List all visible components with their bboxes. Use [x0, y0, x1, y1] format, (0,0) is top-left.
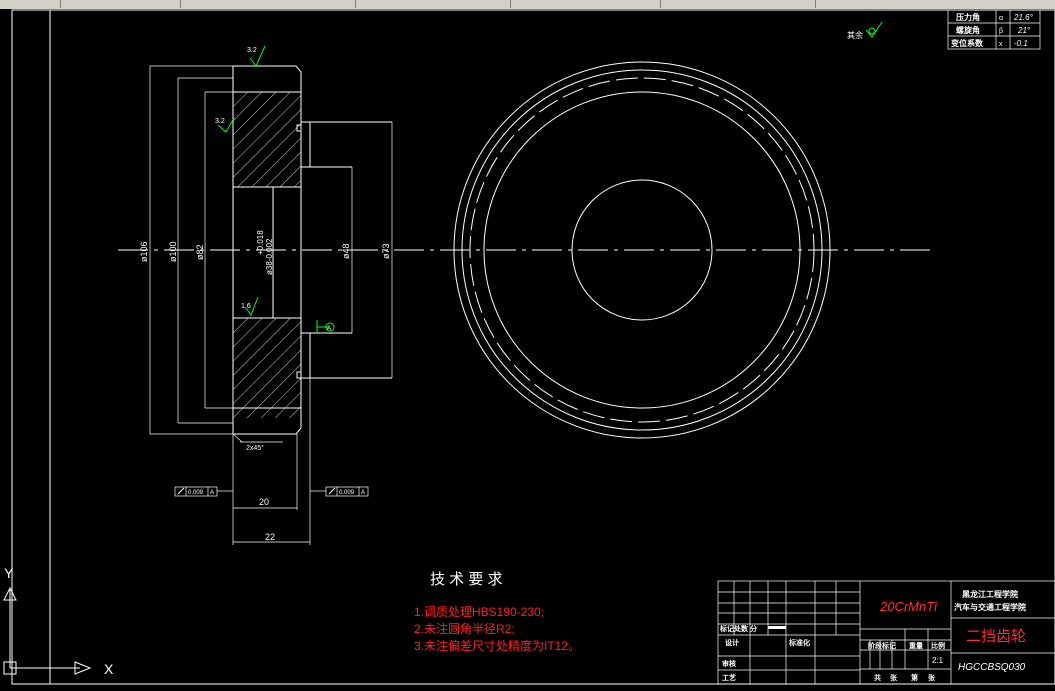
datum-symbol: [316, 320, 335, 334]
toolbar-segment[interactable]: [180, 0, 356, 8]
bore-dim-label: ø38-0.002: [265, 238, 274, 275]
param-value-helix: 21°: [1017, 26, 1031, 35]
tb-scale-value: 2:1: [932, 656, 944, 665]
datum-label: A: [327, 326, 331, 332]
tb-drawing-no: HGCCBSQ030: [958, 662, 1026, 673]
toolbar-segment[interactable]: [0, 0, 61, 8]
ucs-y-label: Y: [4, 565, 14, 581]
param-sym-shift: x: [999, 41, 1003, 48]
tech-req-item-3: 3.未注偏差尺寸处精度为IT12。: [414, 638, 580, 653]
ucs-icon: [3, 586, 92, 675]
svg-text:A: A: [361, 490, 365, 496]
tb-label-process: 工艺: [722, 673, 736, 682]
tb-school: 黑龙江工程学院: [962, 589, 1018, 599]
tb-label-design: 设计: [725, 638, 739, 647]
svg-text:0.009: 0.009: [188, 490, 204, 496]
tech-req-title: 技 术 要 求: [430, 571, 503, 588]
param-value-shift: -0.1: [1014, 39, 1028, 48]
dim-106-label: ø106: [139, 241, 149, 262]
tech-req-item-2: 2.未注圆角半径R2;: [414, 621, 515, 636]
toolbar-segment[interactable]: [355, 0, 511, 8]
dim-100-label: ø100: [168, 241, 178, 262]
hatch-top: [233, 92, 301, 187]
param-label-helix: 螺旋角: [956, 25, 980, 35]
chamfer-label: 2x45°: [246, 444, 264, 452]
tb-label-scale: 比例: [931, 641, 945, 650]
param-sym-pressure: α: [999, 15, 1003, 22]
tb-label-total: 共: [874, 673, 881, 682]
param-label-shift: 变位系数: [951, 38, 984, 48]
param-sym-helix: β: [999, 28, 1003, 35]
param-label-pressure: 压力角: [956, 12, 980, 22]
tb-label-weight: 重量: [909, 641, 923, 650]
toolbar-segment[interactable]: [510, 0, 661, 8]
toolbar-segment[interactable]: [660, 0, 816, 8]
runout-frame-left: 0.009 A: [174, 486, 233, 497]
drawing-canvas[interactable]: ø106 ø100 ø82 +0.018 ø38-0.002 ø48 ø73 3…: [0, 9, 1055, 687]
ucs-x-label: X: [104, 661, 114, 677]
section-view: ø106 ø100 ø82 +0.018 ø38-0.002 ø48 ø73 3…: [139, 45, 393, 545]
tb-label-stage: 阶段标记: [868, 641, 896, 650]
dim-20-label: 20: [259, 497, 269, 507]
roughness-other-label: 其余: [847, 30, 863, 40]
tb-material: 20CrMnTi: [879, 599, 938, 614]
tb-label-page: 张: [928, 673, 936, 682]
hatch-bottom: [233, 318, 301, 418]
drawing-border: [11, 9, 1055, 685]
tb-label-no: 第: [911, 673, 918, 682]
toolbar-segment[interactable]: [60, 0, 181, 8]
dim-48-label: ø48: [341, 243, 351, 259]
tb-label-standard: 标准化: [788, 638, 810, 647]
dim-73-label: ø73: [381, 243, 391, 259]
bore-tolerance-label: +0.018: [256, 230, 265, 255]
tb-part-name: 二挡齿轮: [966, 628, 1026, 645]
svg-text:0.009: 0.009: [339, 490, 355, 496]
toolbar-segment[interactable]: [815, 0, 1055, 8]
roughness-other: [865, 21, 883, 38]
svg-text:A: A: [210, 490, 214, 496]
roughness-left-label: 3.2: [215, 118, 225, 125]
dim-82-label: ø82: [195, 244, 205, 260]
dim-22-label: 22: [265, 532, 275, 542]
tb-label-mark: 标记处数 分: [719, 624, 757, 633]
tb-redline-bar: [768, 626, 786, 629]
cad-drawing[interactable]: ø106 ø100 ø82 +0.018 ø38-0.002 ø48 ø73 3…: [0, 9, 1055, 687]
roughness-bore-label: 1.6: [241, 303, 251, 310]
tb-label-sheet: 张: [890, 673, 898, 682]
runout-frame-right: 0.009 A: [310, 486, 369, 497]
tb-label-review: 审核: [722, 659, 736, 668]
tb-dept: 汽车与交通工程学院: [954, 602, 1026, 612]
param-value-pressure: 21.6°: [1013, 13, 1034, 22]
tech-req-item-1: 1.调质处理HBS190-230;: [414, 605, 544, 619]
roughness-top-label: 3.2: [247, 47, 257, 54]
